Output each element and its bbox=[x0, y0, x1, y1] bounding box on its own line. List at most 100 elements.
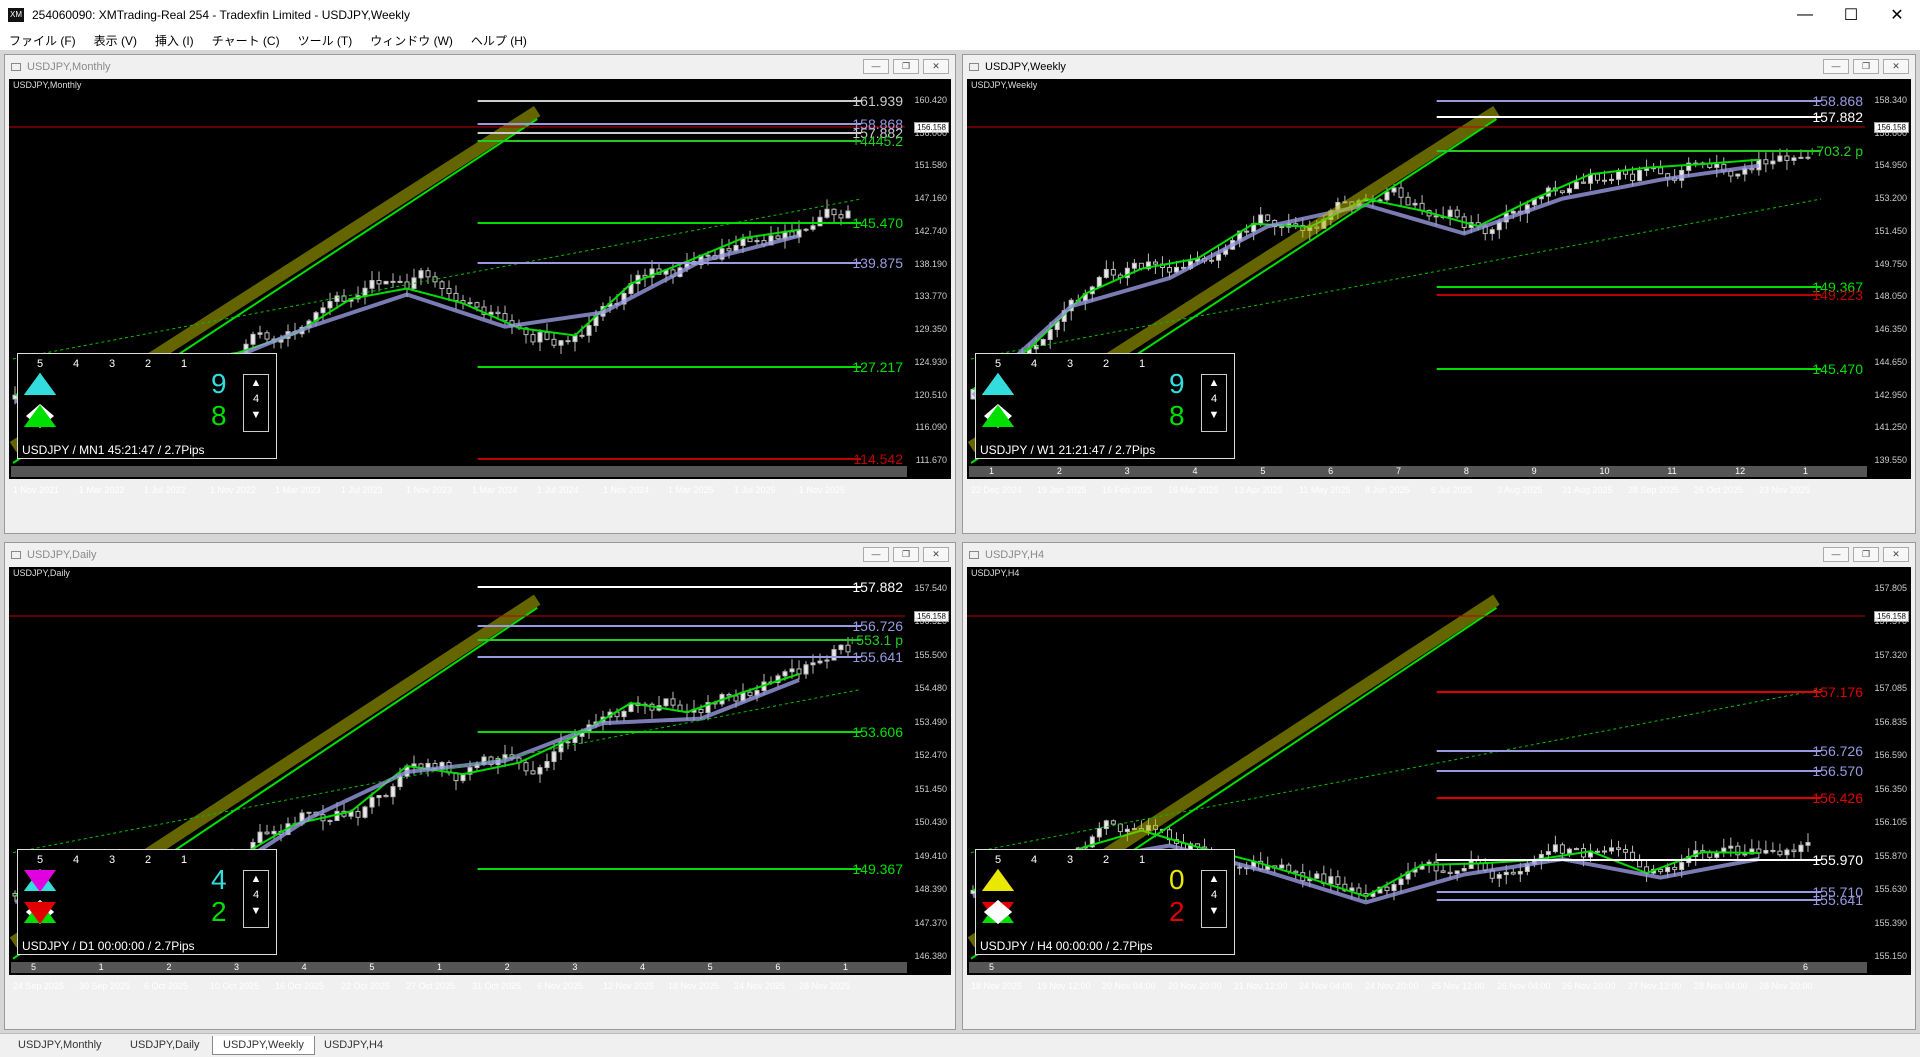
signal-row bbox=[980, 866, 1160, 894]
chart-restore-button[interactable]: ❐ bbox=[893, 547, 919, 562]
updown-stepper[interactable]: ▲ 4 ▼ bbox=[1201, 374, 1227, 432]
chart-window-titlebar[interactable]: USDJPY,Daily — ❐ ✕ bbox=[5, 543, 955, 567]
menu-help[interactable]: ヘルプ (H) bbox=[462, 32, 536, 49]
candle-body bbox=[1166, 266, 1172, 273]
chart-window: USDJPY,Monthly — ❐ ✕ 161.939 158.868 157.882 +4… bbox=[4, 54, 956, 534]
period-scrollbar[interactable]: 56 bbox=[969, 962, 1867, 973]
stepper-up-icon[interactable]: ▲ bbox=[244, 871, 268, 887]
panel-footer: USDJPY / H4 00:00:00 / 2.7Pips bbox=[980, 939, 1153, 953]
chart-restore-button[interactable]: ❐ bbox=[1853, 59, 1879, 74]
timeframe-number: 3 bbox=[1066, 854, 1074, 866]
chart-minimize-button[interactable]: — bbox=[1823, 547, 1849, 562]
tab-h4[interactable]: USDJPY,H4 bbox=[314, 1036, 393, 1054]
signal-icon bbox=[982, 370, 1160, 398]
stepper-down-icon[interactable]: ▼ bbox=[244, 407, 268, 423]
price-scale-label: 129.350 bbox=[914, 324, 947, 334]
chart-icon bbox=[969, 63, 979, 71]
time-axis-label: 31 Aug 2025 bbox=[1562, 485, 1613, 495]
time-axis-label: 8 Jun 2025 bbox=[1365, 485, 1410, 495]
candle-body bbox=[1286, 864, 1292, 872]
minimize-button[interactable]: — bbox=[1782, 0, 1828, 30]
price-scale-label: 142.950 bbox=[1874, 390, 1907, 400]
time-axis-label: 6 Oct 2025 bbox=[144, 981, 189, 991]
price-scale-label: 142.740 bbox=[914, 226, 947, 236]
timeframe-number: 2 bbox=[144, 854, 152, 866]
updown-stepper[interactable]: ▲ 4 ▼ bbox=[243, 374, 269, 432]
period-number: 6 bbox=[775, 962, 781, 972]
signal-count-top: 0 bbox=[1169, 864, 1185, 895]
chart-close-button[interactable]: ✕ bbox=[923, 59, 949, 74]
signal-icon bbox=[24, 370, 130, 398]
period-number: 1 bbox=[1803, 466, 1809, 476]
signal-icon bbox=[26, 402, 94, 430]
chart-restore-button[interactable]: ❐ bbox=[1853, 547, 1879, 562]
time-axis-label: 19 Nov 12:00 bbox=[1037, 981, 1091, 991]
signal-icon bbox=[24, 370, 94, 398]
mdi-area: USDJPY,Monthly — ❐ ✕ 161.939 158.868 157.882 +4… bbox=[0, 50, 1920, 1033]
updown-stepper[interactable]: ▲ 4 ▼ bbox=[243, 870, 269, 928]
signal-icon bbox=[982, 402, 1052, 430]
menu-charts[interactable]: チャート (C) bbox=[203, 32, 289, 49]
chart-close-button[interactable]: ✕ bbox=[1883, 547, 1909, 562]
candle-body bbox=[1047, 329, 1053, 341]
chart-minimize-button[interactable]: — bbox=[863, 547, 889, 562]
menu-view[interactable]: 表示 (V) bbox=[85, 32, 146, 49]
signal-count-top: 9 bbox=[1169, 368, 1185, 399]
chart-minimize-button[interactable]: — bbox=[1823, 59, 1849, 74]
chart-restore-button[interactable]: ❐ bbox=[893, 59, 919, 74]
price-scale-label: 157.085 bbox=[1874, 683, 1907, 693]
chart-minimize-button[interactable]: — bbox=[863, 59, 889, 74]
signal-row bbox=[980, 898, 1160, 926]
candle-body bbox=[390, 786, 396, 798]
tab-weekly[interactable]: USDJPY,Weekly bbox=[212, 1036, 315, 1055]
price-chart[interactable]: 158.868 157.882 +703.2 p 149.367 149.223 145.… bbox=[967, 79, 1911, 479]
tab-daily[interactable]: USDJPY,Daily bbox=[120, 1036, 210, 1054]
candle-body bbox=[1658, 868, 1664, 873]
stepper-up-icon[interactable]: ▲ bbox=[1202, 375, 1226, 391]
level-label: 157.176 bbox=[1812, 684, 1863, 700]
period-scrollbar[interactable]: 5 1 2 3 4 5 1 2 3 4 5 6 1 bbox=[11, 962, 907, 973]
signal-icon bbox=[982, 898, 1088, 926]
candle-body bbox=[1791, 157, 1797, 161]
candle-body bbox=[586, 325, 592, 336]
stepper-up-icon[interactable]: ▲ bbox=[244, 375, 268, 391]
chart-window-title: USDJPY,Monthly bbox=[27, 61, 111, 73]
updown-stepper[interactable]: ▲ 4 ▼ bbox=[1201, 870, 1227, 928]
stepper-down-icon[interactable]: ▼ bbox=[1202, 407, 1226, 423]
price-chart[interactable]: 157.176 156.726 156.570 156.426 155.970 155.7… bbox=[967, 567, 1911, 975]
level-label: 155.641 bbox=[852, 649, 903, 665]
tab-monthly[interactable]: USDJPY,Monthly bbox=[8, 1036, 112, 1054]
candle-body bbox=[726, 248, 732, 252]
stepper-down-icon[interactable]: ▼ bbox=[244, 903, 268, 919]
chart-window-controls: — ❐ ✕ bbox=[863, 59, 949, 74]
candle-body bbox=[404, 281, 410, 289]
chart-close-button[interactable]: ✕ bbox=[923, 547, 949, 562]
chart-window-titlebar[interactable]: USDJPY,Weekly — ❐ ✕ bbox=[963, 55, 1915, 79]
candle-body bbox=[1602, 179, 1607, 182]
chart-window-titlebar[interactable]: USDJPY,Monthly — ❐ ✕ bbox=[5, 55, 955, 79]
candle-body bbox=[1566, 848, 1572, 854]
chart-window-titlebar[interactable]: USDJPY,H4 — ❐ ✕ bbox=[963, 543, 1915, 567]
price-scale-label: 139.550 bbox=[1874, 455, 1907, 465]
menu-tools[interactable]: ツール (T) bbox=[289, 32, 362, 49]
price-scale-label: 156.350 bbox=[1874, 784, 1907, 794]
maximize-button[interactable]: ☐ bbox=[1828, 0, 1874, 30]
menu-insert[interactable]: 挿入 (I) bbox=[146, 32, 203, 49]
menu-window[interactable]: ウィンドウ (W) bbox=[361, 32, 462, 49]
menu-file[interactable]: ファイル (F) bbox=[0, 32, 85, 49]
candle-body bbox=[1209, 259, 1215, 262]
time-axis-label: 30 Sep 2025 bbox=[79, 981, 131, 991]
candle-body bbox=[733, 695, 739, 702]
candle-body bbox=[1173, 266, 1179, 273]
period-scrollbar[interactable] bbox=[11, 466, 907, 477]
stepper-down-icon[interactable]: ▼ bbox=[1202, 903, 1226, 919]
price-chart[interactable]: 161.939 158.868 157.882 +4445.2 145.470 139.8… bbox=[9, 79, 951, 479]
stepper-up-icon[interactable]: ▲ bbox=[1202, 871, 1226, 887]
price-chart[interactable]: 157.882 156.726 +553.1 p 155.641 153.606 149.… bbox=[9, 567, 951, 975]
candle-body bbox=[1763, 159, 1769, 165]
close-button[interactable]: ✕ bbox=[1874, 0, 1920, 30]
period-scrollbar[interactable]: 1 2 3 4 5 6 7 8 9 10 11 12 1 bbox=[969, 466, 1867, 477]
candle-body bbox=[1349, 887, 1355, 892]
time-axis-label: 1 Nov 2023 bbox=[406, 485, 453, 495]
chart-close-button[interactable]: ✕ bbox=[1883, 59, 1909, 74]
